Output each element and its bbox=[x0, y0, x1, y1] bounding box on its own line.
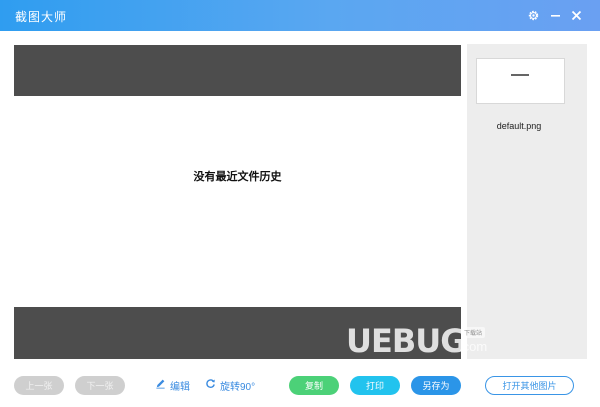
pencil-icon bbox=[155, 378, 170, 392]
print-button[interactable]: 打印 bbox=[350, 376, 400, 395]
history-sidebar: default.png bbox=[467, 44, 587, 359]
close-icon bbox=[571, 10, 582, 21]
edit-label: 编辑 bbox=[170, 381, 190, 393]
rotate-icon bbox=[205, 378, 220, 392]
viewer-top-band bbox=[14, 45, 461, 96]
rotate-label: 旋转90° bbox=[220, 381, 256, 393]
title-bar: 截图大师 bbox=[0, 0, 600, 31]
open-other-image-button[interactable]: 打开其他图片 bbox=[485, 376, 574, 395]
empty-history-message: 没有最近文件历史 bbox=[193, 171, 282, 183]
minimize-button[interactable] bbox=[546, 6, 564, 24]
close-button[interactable] bbox=[567, 6, 585, 24]
copy-button[interactable]: 复制 bbox=[289, 376, 339, 395]
minimize-icon bbox=[550, 10, 561, 21]
next-button[interactable]: 下一张 bbox=[75, 376, 125, 395]
image-viewer[interactable]: 没有最近文件历史 bbox=[14, 45, 461, 359]
save-as-button[interactable]: 另存为 bbox=[411, 376, 461, 395]
thumbnail-default[interactable] bbox=[476, 58, 565, 104]
thumbnail-filename: default.png bbox=[496, 121, 542, 131]
settings-button[interactable] bbox=[524, 6, 542, 24]
viewer-bottom-band bbox=[14, 307, 461, 359]
edit-button[interactable]: 编辑 bbox=[155, 377, 190, 393]
previous-button[interactable]: 上一张 bbox=[14, 376, 64, 395]
gear-icon bbox=[527, 9, 540, 22]
rotate-button[interactable]: 旋转90° bbox=[205, 377, 255, 393]
thumbnail-preview bbox=[511, 74, 529, 76]
app-title: 截图大师 bbox=[15, 10, 68, 24]
